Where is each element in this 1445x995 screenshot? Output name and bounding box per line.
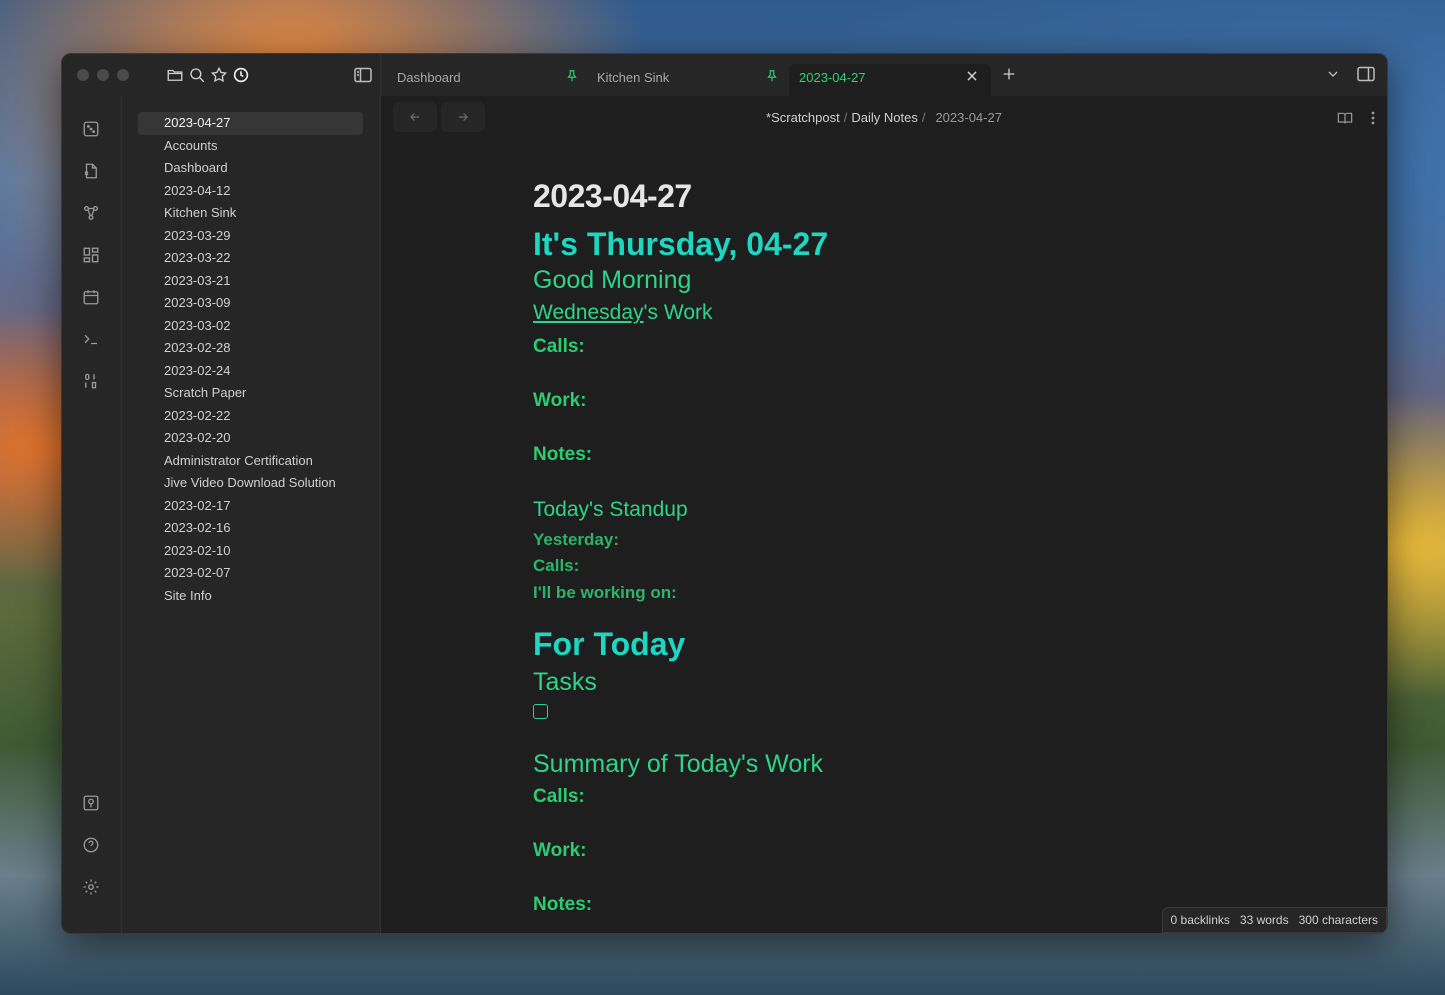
heading-work: Work: xyxy=(533,390,587,411)
folder-icon[interactable] xyxy=(166,66,184,84)
breadcrumb-vault[interactable]: *Scratchpost xyxy=(766,110,840,125)
ribbon xyxy=(62,96,122,933)
star-icon[interactable] xyxy=(210,66,228,84)
new-tab-icon[interactable] xyxy=(1001,66,1017,87)
note-title[interactable]: 2023-04-27 xyxy=(533,174,692,218)
heading-working-on: I'll be working on: xyxy=(533,583,677,602)
heading-standup-calls: Calls: xyxy=(533,556,580,575)
character-count: 300 characters xyxy=(1298,913,1378,927)
heading-day: It's Thursday, 04-27 xyxy=(533,226,829,262)
file-list: 2023-04-27 Accounts Dashboard 2023-04-12 Kit… xyxy=(138,112,363,607)
status-bar: 0 backlinks 33 words 300 characters xyxy=(1161,907,1387,933)
heading-for-today: For Today xyxy=(533,626,686,662)
app-window: Dashboard Kitchen Sink 2023-04-27 2023-0… xyxy=(61,53,1388,934)
file-explorer: 2023-04-27 Accounts Dashboard 2023-04-12 Kit… xyxy=(122,96,381,933)
heading-tasks: Tasks xyxy=(533,668,597,696)
help-icon[interactable] xyxy=(82,836,100,859)
calendar-icon[interactable] xyxy=(82,288,100,311)
binary-icon[interactable] xyxy=(82,372,100,395)
file-item[interactable]: Jive Video Download Solution xyxy=(138,472,363,495)
heading-notes: Notes: xyxy=(533,444,593,465)
sidebar-toggle-icon[interactable] xyxy=(354,67,372,83)
reading-view-icon[interactable] xyxy=(1337,110,1353,126)
file-item[interactable]: 2023-02-24 xyxy=(138,360,363,383)
file-item[interactable]: 2023-02-17 xyxy=(138,495,363,518)
breadcrumb: *Scratchpost / Daily Notes/2023-04-27 xyxy=(381,110,1387,125)
terminal-icon[interactable] xyxy=(82,330,100,353)
gear-icon[interactable] xyxy=(82,878,100,901)
file-item[interactable]: 2023-02-22 xyxy=(138,405,363,428)
breadcrumb-separator: / xyxy=(843,110,848,125)
explorer-header xyxy=(62,54,381,97)
minimize-window-button[interactable] xyxy=(97,69,109,81)
tab-bar: Dashboard Kitchen Sink 2023-04-27 xyxy=(381,54,1387,97)
heading-good-morning: Good Morning xyxy=(533,266,692,294)
file-item[interactable]: 2023-02-07 xyxy=(138,562,363,585)
view-actions xyxy=(1337,110,1375,126)
heading-summary-work: Work: xyxy=(533,840,587,861)
search-icon[interactable] xyxy=(188,66,206,84)
tabbar-actions xyxy=(1325,66,1375,82)
file-item[interactable]: 2023-02-20 xyxy=(138,427,363,450)
file-item[interactable]: 2023-04-27 xyxy=(138,112,363,135)
task-checkbox[interactable] xyxy=(533,704,548,719)
file-item[interactable]: 2023-03-02 xyxy=(138,315,363,338)
breadcrumb-folder[interactable]: Daily Notes xyxy=(851,110,917,125)
editor-pane: *Scratchpost / Daily Notes/2023-04-27 2023… xyxy=(381,96,1387,933)
right-sidebar-toggle-icon[interactable] xyxy=(1357,66,1375,82)
heading-yesterday: Yesterday: xyxy=(533,530,619,549)
file-item[interactable]: Dashboard xyxy=(138,157,363,180)
file-item[interactable]: 2023-03-29 xyxy=(138,225,363,248)
heading-summary-calls: Calls: xyxy=(533,786,585,807)
file-item[interactable]: 2023-02-10 xyxy=(138,540,363,563)
breadcrumb-separator: / xyxy=(921,110,926,125)
tab-2023-04-27[interactable]: 2023-04-27 xyxy=(789,64,991,96)
heading-previous-work-suffix: 's Work xyxy=(643,301,713,324)
window-controls xyxy=(77,69,129,81)
close-icon[interactable] xyxy=(965,69,979,86)
new-note-icon[interactable] xyxy=(82,162,100,185)
graph-view-icon[interactable] xyxy=(82,204,100,227)
backlinks-count[interactable]: 0 backlinks xyxy=(1171,913,1230,927)
tab-label: Kitchen Sink xyxy=(597,70,670,85)
file-item[interactable]: 2023-04-12 xyxy=(138,180,363,203)
pin-icon[interactable] xyxy=(765,69,779,86)
tab-kitchen-sink[interactable]: Kitchen Sink xyxy=(581,64,781,90)
file-item[interactable]: 2023-03-22 xyxy=(138,247,363,270)
heading-summary-notes: Notes: xyxy=(533,894,593,915)
maximize-window-button[interactable] xyxy=(117,69,129,81)
random-note-icon[interactable] xyxy=(82,120,100,143)
file-item[interactable]: Scratch Paper xyxy=(138,382,363,405)
file-item[interactable]: Administrator Certification xyxy=(138,450,363,473)
canvas-icon[interactable] xyxy=(82,246,100,269)
heading-calls: Calls: xyxy=(533,336,585,357)
pin-icon[interactable] xyxy=(565,69,579,86)
explorer-tabs xyxy=(166,66,250,84)
file-item[interactable]: 2023-02-16 xyxy=(138,517,363,540)
more-options-icon[interactable] xyxy=(1371,110,1375,126)
file-item[interactable]: Kitchen Sink xyxy=(138,202,363,225)
heading-summary: Summary of Today's Work xyxy=(533,750,824,778)
close-window-button[interactable] xyxy=(77,69,89,81)
chevron-down-icon[interactable] xyxy=(1325,66,1341,82)
tab-dashboard[interactable]: Dashboard xyxy=(381,64,581,90)
word-count: 33 words xyxy=(1239,913,1289,927)
file-item[interactable]: 2023-02-28 xyxy=(138,337,363,360)
clock-icon[interactable] xyxy=(232,66,250,84)
wednesday-link[interactable]: Wednesday xyxy=(533,301,644,324)
tab-label: Dashboard xyxy=(397,70,461,85)
file-item[interactable]: 2023-03-09 xyxy=(138,292,363,315)
tab-label: 2023-04-27 xyxy=(799,70,866,85)
vault-switcher-icon[interactable] xyxy=(82,794,100,817)
file-item[interactable]: Accounts xyxy=(138,135,363,158)
heading-standup: Today's Standup xyxy=(533,498,688,521)
file-item[interactable]: Site Info xyxy=(138,585,363,608)
breadcrumb-current[interactable]: 2023-04-27 xyxy=(935,110,1002,125)
heading-previous-work: Wednesday's Work xyxy=(533,301,713,325)
file-item[interactable]: 2023-03-21 xyxy=(138,270,363,293)
